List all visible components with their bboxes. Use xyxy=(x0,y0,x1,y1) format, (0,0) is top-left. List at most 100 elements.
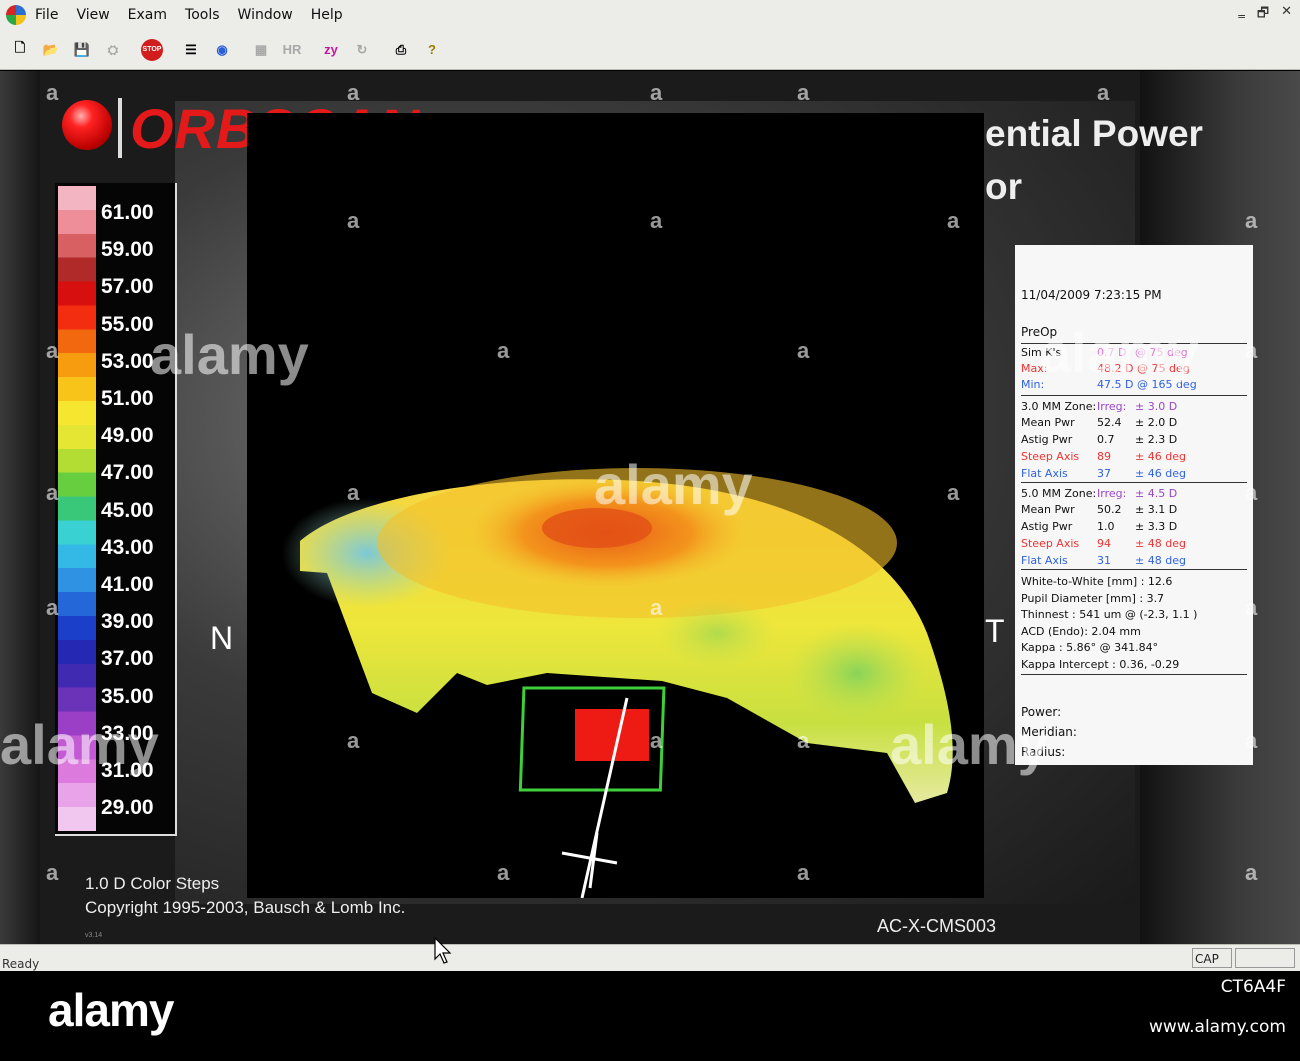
watermark-mark-icon: a xyxy=(650,595,663,620)
menu-window[interactable]: Window xyxy=(229,7,302,23)
open-button[interactable]: 📂 xyxy=(37,35,65,65)
refresh-button[interactable]: ↻ xyxy=(348,35,376,65)
refresh-icon: ↻ xyxy=(356,41,368,57)
measurement-row: White-to-White [mm] : 12.6 xyxy=(1021,575,1173,588)
watermark-text: alamy xyxy=(150,323,309,386)
menu-exam[interactable]: Exam xyxy=(119,7,176,23)
open-folder-icon: 📂 xyxy=(42,41,60,57)
list-button[interactable]: ☰ xyxy=(177,35,205,65)
status-text: Ready xyxy=(2,957,40,971)
cursor-readout-label: Power: xyxy=(1021,705,1062,719)
scale-label: 41.00 xyxy=(101,573,154,596)
watermark-mark-icon: a xyxy=(1245,728,1258,753)
watermark-text: alamy xyxy=(890,713,1049,776)
app-icon[interactable] xyxy=(6,5,26,25)
help-icon: ? xyxy=(428,42,436,57)
watermark-mark-icon: a xyxy=(797,728,810,753)
measurement-row: Pupil Diameter [mm] : 3.7 xyxy=(1021,591,1165,605)
watermark-mark-icon: a xyxy=(497,860,510,885)
scale-label: 39.00 xyxy=(101,610,154,634)
eye-button[interactable]: ◉ xyxy=(208,35,236,65)
new-file-icon: 🗋 xyxy=(14,39,26,55)
scale-label: 35.00 xyxy=(101,684,154,708)
logo-icon xyxy=(62,100,112,150)
zy-button[interactable]: zy xyxy=(317,35,345,65)
print-icon: ⎙ xyxy=(395,41,407,57)
stock-footer: alamy CT6A4F www.alamy.com xyxy=(0,971,1300,1061)
watermark-mark-icon: a xyxy=(46,80,59,105)
minimize-icon[interactable]: ‗ xyxy=(1238,4,1245,26)
device-id: AC-X-CMS003 xyxy=(877,916,997,936)
scale-label: 29.00 xyxy=(101,796,154,820)
footer-url: www.alamy.com xyxy=(1148,1017,1286,1037)
toolbar: 🗋 📂 💾 ⛭ STOP ☰ ◉ ▦ HR zy ↻ ⎙ ? xyxy=(0,30,1300,70)
scale-label: 37.00 xyxy=(101,647,154,671)
nasal-label: N xyxy=(210,620,234,656)
watermark-mark-icon: a xyxy=(1245,338,1258,363)
watermark-mark-icon: a xyxy=(650,728,663,753)
map-subtitle: or xyxy=(985,166,1022,207)
scale-label: 61.00 xyxy=(101,201,154,224)
menu-help[interactable]: Help xyxy=(302,7,352,23)
stop-button[interactable]: STOP xyxy=(138,35,166,65)
menu-tools[interactable]: Tools xyxy=(176,7,229,23)
status-bar: Ready CAP xyxy=(0,944,1300,971)
color-steps-label: 1.0 D Color Steps xyxy=(85,874,220,893)
scale-label: 59.00 xyxy=(101,238,154,262)
watermark-mark-icon: a xyxy=(797,338,810,363)
scale-label: 55.00 xyxy=(101,312,154,336)
map-title: ential Power xyxy=(985,113,1203,154)
image-id: CT6A4F xyxy=(1220,977,1286,997)
panel-icon: ▦ xyxy=(254,41,268,57)
caps-lock-indicator: CAP xyxy=(1192,948,1232,968)
panel-button[interactable]: ▦ xyxy=(247,35,275,65)
watermark-mark-icon: a xyxy=(947,208,960,233)
watermark-mark-icon: a xyxy=(347,80,360,105)
help-button[interactable]: ? xyxy=(418,35,446,65)
restore-icon[interactable]: 🗗 xyxy=(1257,4,1269,26)
new-file-button[interactable]: 🗋 xyxy=(6,35,34,65)
hr-button[interactable]: HR xyxy=(278,35,306,65)
scale-label: 49.00 xyxy=(101,424,154,448)
cursor-readout-label: Meridian: xyxy=(1021,725,1077,739)
watermark-mark-icon: a xyxy=(46,338,59,363)
hr-icon: HR xyxy=(282,42,302,57)
measurement-row: Thinnest : 541 um @ (-2.3, 1.1 ) xyxy=(1021,608,1198,621)
watermark-mark-icon: a xyxy=(797,80,810,105)
window-controls: ‗ 🗗 ✕ xyxy=(1238,4,1292,26)
scale-label: 43.00 xyxy=(101,535,154,559)
menu-file[interactable]: File xyxy=(26,7,67,23)
close-icon[interactable]: ✕ xyxy=(1281,4,1292,26)
scale-label: 57.00 xyxy=(101,275,154,299)
zy-icon: zy xyxy=(324,42,338,57)
watermark-mark-icon: a xyxy=(1097,80,1110,105)
scale-label: 53.00 xyxy=(101,349,154,373)
save-button[interactable]: 💾 xyxy=(68,35,96,65)
watermark-mark-icon: a xyxy=(947,480,960,505)
watermark-text: alamy xyxy=(594,453,753,516)
mouse-cursor-icon xyxy=(434,937,452,964)
measurement-row: ACD (Endo): 2.04 mm xyxy=(1021,624,1141,638)
stop-icon: STOP xyxy=(141,38,163,61)
save-icon: 💾 xyxy=(73,41,91,57)
scale-label: 47.00 xyxy=(101,461,154,485)
scale-label: 51.00 xyxy=(101,387,154,410)
eye-icon: ◉ xyxy=(216,41,228,57)
copyright-text: Copyright 1995-2003, Bausch & Lomb Inc. xyxy=(85,898,406,917)
disk-icon: ⛭ xyxy=(107,41,119,57)
watermark-mark-icon: a xyxy=(650,80,663,105)
watermark-mark-icon: a xyxy=(347,208,360,233)
watermark-mark-icon: a xyxy=(46,860,59,885)
watermark-mark-icon: a xyxy=(650,208,663,233)
menu-view[interactable]: View xyxy=(67,7,118,23)
cursor-readout-label: Radius: xyxy=(1021,745,1066,759)
watermark-mark-icon: a xyxy=(46,595,59,620)
list-icon: ☰ xyxy=(185,41,197,57)
watermark-mark-icon: a xyxy=(46,480,59,505)
watermark-text: alamy xyxy=(0,713,159,776)
temporal-label: T xyxy=(985,613,1005,649)
watermark-mark-icon: a xyxy=(347,480,360,505)
disk-button[interactable]: ⛭ xyxy=(99,35,127,65)
watermark-mark-icon: a xyxy=(497,338,510,363)
print-button[interactable]: ⎙ xyxy=(387,35,415,65)
